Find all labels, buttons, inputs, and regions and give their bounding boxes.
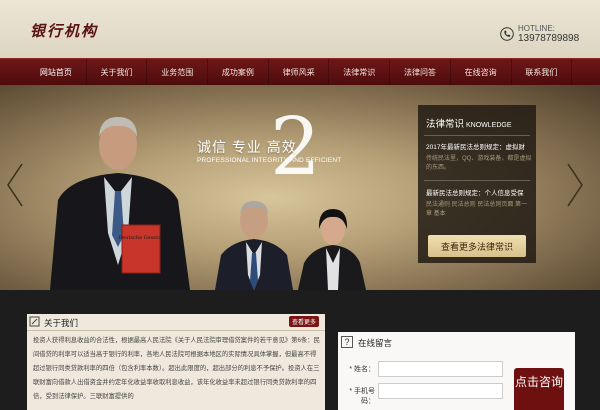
law-item-desc: 民法通则 民法总则 民法总则页面 第一章 基本 xyxy=(426,202,528,217)
banner-slogan-en: PROFESSIONAL INTEGRITY AND EFFICIENT xyxy=(197,157,342,164)
about-section: 关于我们 查看更多 投资人获得利息收益的合法性，根据最高人民法院《关于人民法院审… xyxy=(27,314,325,410)
law-item-title[interactable]: 最新民法总则规定：个人信息受保 xyxy=(426,187,530,197)
site-header: 银行机构 HOTLINE: 13978789898 xyxy=(0,0,600,58)
about-text: 投资人获得利息收益的合法性，根据最高人民法院《关于人民法院审理借贷案件的若干意见… xyxy=(33,337,320,400)
nav-item-lawyers[interactable]: 律师风采 xyxy=(269,59,330,86)
nav-item-consult[interactable]: 在线咨询 xyxy=(451,59,512,86)
phone-icon xyxy=(500,27,514,41)
law-knowledge-panel: 法律常识 KNOWLEDGE 2017年最新民法总则规定：虚拟财 传统民法里，QQ… xyxy=(418,105,536,263)
nav-item-knowledge[interactable]: 法律常识 xyxy=(329,59,391,86)
about-header: 关于我们 查看更多 xyxy=(27,314,325,330)
name-label: * 姓名： xyxy=(349,366,375,373)
nav-item-cases[interactable]: 成功案例 xyxy=(208,59,269,86)
nav-item-qa[interactable]: 法律问答 xyxy=(390,59,451,86)
law-panel-title-cn: 法律常识 xyxy=(426,119,465,130)
name-field[interactable] xyxy=(378,361,503,377)
divider xyxy=(27,330,325,331)
nav-item-about[interactable]: 关于我们 xyxy=(87,59,148,86)
law-item-title[interactable]: 2017年最新民法总则规定：虚拟财 xyxy=(426,141,530,151)
consult-submit-button[interactable]: 点击咨询 xyxy=(514,368,564,410)
hotline-label: HOTLINE: xyxy=(518,24,555,33)
phone-label: * 手机号码： xyxy=(349,388,375,405)
slider-prev-arrow-icon[interactable] xyxy=(4,160,26,210)
content-area: 关于我们 查看更多 投资人获得利息收益的合法性，根据最高人民法院《关于人民法院审… xyxy=(0,290,600,410)
question-icon: ? xyxy=(341,336,353,348)
divider xyxy=(424,135,530,136)
about-title: 关于我们 xyxy=(44,318,79,328)
nav-item-services[interactable]: 业务范围 xyxy=(147,59,209,86)
law-panel-title: 法律常识 KNOWLEDGE xyxy=(426,116,512,130)
about-more-button[interactable]: 查看更多 xyxy=(289,316,320,327)
law-panel-title-en: KNOWLEDGE xyxy=(466,122,512,129)
nav-item-contact[interactable]: 联系我们 xyxy=(512,59,573,86)
main-nav: 网站首页 关于我们 业务范围 成功案例 律师风采 法律常识 法律问答 在线咨询 … xyxy=(0,58,600,86)
divider xyxy=(424,180,530,181)
phone-field[interactable] xyxy=(378,383,503,399)
document-icon xyxy=(29,316,40,327)
law-item-desc: 传统民法里，QQ、游戏装备，都是虚拟的东西。 xyxy=(426,156,532,171)
hero-banner: Deutsche Gesetze 2 诚信 专业 高效 PROFESSIONAL… xyxy=(0,85,600,290)
message-title: 在线留言 xyxy=(358,338,393,348)
book-title: Deutsche Gesetze xyxy=(118,235,163,241)
hotline-number: 13978789898 xyxy=(518,33,580,44)
nav-item-home[interactable]: 网站首页 xyxy=(26,59,87,86)
site-logo[interactable]: 银行机构 xyxy=(30,20,98,41)
banner-slogan: 诚信 专业 高效 xyxy=(197,139,297,155)
more-law-knowledge-button[interactable]: 查看更多法律常识 xyxy=(428,235,526,257)
lawyers-photo: Deutsche Gesetze xyxy=(50,117,366,290)
slider-next-arrow-icon[interactable] xyxy=(564,160,586,210)
message-form: ? 在线留言 * 姓名： * 手机号码： 点击咨询 xyxy=(338,332,575,410)
hotline: HOTLINE: 13978789898 xyxy=(500,24,596,46)
